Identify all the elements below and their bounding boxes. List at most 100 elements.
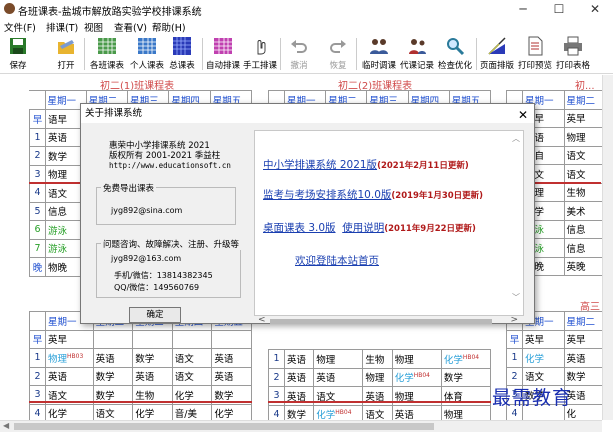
save-button[interactable]: 保存 bbox=[4, 36, 32, 72]
table-cell[interactable] bbox=[211, 329, 252, 349]
dialog-close-icon[interactable]: ✕ bbox=[518, 106, 528, 125]
table-cell[interactable]: 数学 bbox=[440, 367, 492, 387]
table-cell[interactable]: 英早 bbox=[45, 329, 94, 349]
page-layout-button[interactable]: 页面排版 bbox=[478, 36, 516, 72]
table-cell[interactable]: 音/美 bbox=[171, 403, 213, 420]
link-homepage[interactable]: 欢迎登陆本站首页 bbox=[295, 255, 379, 267]
print-preview-button[interactable]: 打印预览 bbox=[516, 36, 554, 72]
link-desktop-schedule[interactable]: 桌面课表 3.0版 bbox=[263, 222, 336, 234]
table-cell[interactable]: 物理 bbox=[313, 349, 364, 369]
vertical-scrollbar[interactable] bbox=[602, 75, 613, 420]
link-item: 中小学排课系统 2021版(2021年2月11日更新) bbox=[263, 159, 469, 171]
undo-button[interactable]: 撤消 bbox=[285, 36, 313, 72]
hand-schedule-button[interactable]: 手工排课 bbox=[242, 36, 278, 72]
table-cell[interactable]: 英早 bbox=[522, 329, 565, 349]
row-highlight bbox=[29, 401, 252, 403]
auto-schedule-button[interactable]: 自动排课 bbox=[205, 36, 241, 72]
menu-schedule[interactable]: 排课(T) bbox=[46, 20, 78, 34]
table-row: 早英早英早 bbox=[506, 329, 602, 349]
table-cell[interactable]: 语文 bbox=[92, 403, 134, 420]
table-cell[interactable]: 语文 bbox=[362, 404, 393, 420]
table-cell[interactable]: 化学 bbox=[45, 403, 94, 420]
ok-button[interactable]: 确定 bbox=[129, 307, 181, 323]
export-group: 免费导出课表 jyg892@sina.com bbox=[96, 182, 236, 225]
check-optimize-button[interactable]: 检查优化 bbox=[436, 36, 474, 72]
table-cell[interactable]: 信息 bbox=[563, 219, 602, 239]
support-email: jyg892@163.com bbox=[111, 254, 182, 263]
scroll-up-icon[interactable]: ︿ bbox=[512, 133, 520, 144]
link-manual[interactable]: 使用说明 bbox=[342, 222, 384, 234]
scroll-thumb[interactable] bbox=[14, 423, 434, 430]
auto-schedule-icon bbox=[214, 38, 232, 54]
table-cell[interactable]: 英语 bbox=[211, 366, 252, 386]
close-button[interactable]: ✕ bbox=[577, 0, 613, 18]
table-cell[interactable]: 化学HB04 bbox=[313, 404, 364, 420]
open-button[interactable]: 打开 bbox=[52, 36, 80, 72]
minimize-button[interactable]: ─ bbox=[505, 0, 541, 18]
print-table-button[interactable]: 打印表格 bbox=[554, 36, 592, 72]
scroll-down-icon[interactable]: ﹀ bbox=[512, 292, 520, 303]
table-cell[interactable]: 语文 bbox=[563, 164, 602, 184]
table-cell[interactable]: 英语 bbox=[283, 367, 315, 387]
table-row: 1 英语 物理 生物 物理 化学HB04 bbox=[268, 349, 492, 369]
scroll-left-icon[interactable]: ◀ bbox=[3, 421, 9, 430]
table-cell[interactable]: 化学 bbox=[132, 403, 173, 420]
scroll-right-icon[interactable]: > bbox=[510, 315, 518, 325]
table-row: 2 英语 英语 物理 化学HB04 数学 bbox=[268, 367, 492, 387]
table-cell[interactable]: 美术 bbox=[563, 201, 602, 221]
table-cell[interactable]: 英语 bbox=[132, 366, 173, 386]
watermark: 最需教育 bbox=[492, 387, 573, 409]
link-schedule-system[interactable]: 中小学排课系统 2021版 bbox=[263, 159, 377, 171]
table-cell[interactable]: 物理 bbox=[440, 404, 492, 420]
table-cell[interactable]: 物理 bbox=[391, 349, 442, 369]
table-cell[interactable]: 语文 bbox=[563, 145, 602, 165]
menu-view[interactable]: 视图 bbox=[84, 20, 103, 34]
table-cell[interactable]: 英语 bbox=[211, 348, 252, 368]
class-schedule-button[interactable]: 各班课表 bbox=[88, 36, 126, 72]
table-cell[interactable]: 数学 bbox=[132, 348, 173, 368]
table-cell[interactable]: 语文 bbox=[171, 366, 213, 386]
table-cell[interactable]: 英晚 bbox=[563, 256, 602, 276]
horizontal-scrollbar[interactable]: ◀ bbox=[0, 420, 602, 432]
scroll-left-icon[interactable]: < bbox=[258, 315, 266, 325]
table-cell[interactable] bbox=[92, 329, 134, 349]
table-cell[interactable]: 英早 bbox=[563, 108, 602, 128]
table-cell[interactable]: 英语 bbox=[563, 348, 602, 368]
table-cell[interactable]: 化学 bbox=[522, 348, 565, 368]
menu-file[interactable]: 文件(F) bbox=[4, 20, 36, 34]
scroll-thumb[interactable] bbox=[270, 319, 492, 324]
table-cell[interactable]: 生物 bbox=[362, 349, 393, 369]
table-cell[interactable]: 生物 bbox=[563, 182, 602, 202]
table-cell[interactable] bbox=[171, 329, 213, 349]
menu-help[interactable]: 帮助(H) bbox=[152, 20, 186, 34]
table-cell[interactable]: 英早 bbox=[563, 329, 602, 349]
table-cell[interactable]: 英语 bbox=[391, 404, 442, 420]
maximize-button[interactable]: ☐ bbox=[541, 0, 577, 18]
table-cell[interactable]: 物理HB03 bbox=[45, 348, 94, 368]
table-cell[interactable]: 英语 bbox=[283, 349, 315, 369]
personal-schedule-button[interactable]: 个人课表 bbox=[128, 36, 166, 72]
link-item: 监考与考场安排系统10.0版(2019年1月30日更新) bbox=[263, 189, 484, 201]
table-cell[interactable]: 化学HB04 bbox=[440, 349, 492, 369]
table-cell[interactable]: 数学 bbox=[92, 366, 134, 386]
print-preview-icon bbox=[528, 36, 543, 56]
table-cell[interactable]: 化学 bbox=[211, 403, 252, 420]
links-hscrollbar[interactable]: < > bbox=[254, 315, 524, 326]
substitute-record-button[interactable]: 代课记录 bbox=[398, 36, 436, 72]
table-cell[interactable] bbox=[132, 329, 173, 349]
link-item: 欢迎登陆本站首页 bbox=[295, 253, 379, 268]
table-cell[interactable]: 信息 bbox=[563, 238, 602, 258]
table-cell[interactable]: 化学HB04 bbox=[391, 367, 442, 387]
table-cell[interactable]: 语文 bbox=[171, 348, 213, 368]
menu-look[interactable]: 查看(V) bbox=[114, 20, 147, 34]
link-exam-system[interactable]: 监考与考场安排系统10.0版 bbox=[263, 189, 391, 201]
table-cell[interactable]: 英语 bbox=[92, 348, 134, 368]
redo-button[interactable]: 恢复 bbox=[324, 36, 352, 72]
table-cell[interactable]: 数学 bbox=[283, 404, 315, 420]
master-schedule-button[interactable]: 总课表 bbox=[168, 36, 196, 72]
table-cell[interactable]: 英语 bbox=[45, 366, 94, 386]
temp-adjust-button[interactable]: 临时调课 bbox=[360, 36, 398, 72]
table-cell[interactable]: 英语 bbox=[313, 367, 364, 387]
table-cell[interactable]: 物理 bbox=[563, 127, 602, 147]
table-cell[interactable]: 物理 bbox=[362, 367, 393, 387]
